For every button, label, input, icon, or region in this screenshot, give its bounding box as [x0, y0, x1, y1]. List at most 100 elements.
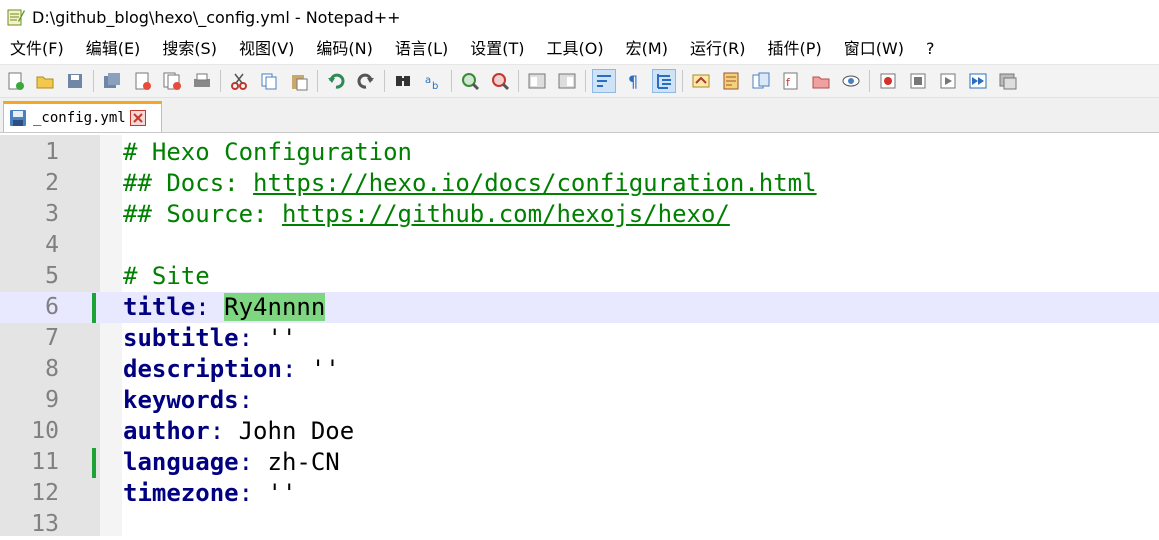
menu-item-2[interactable]: 搜索(S) [151, 36, 228, 62]
menu-item-11[interactable]: 窗口(W) [833, 36, 915, 62]
yaml-colon: : [238, 324, 254, 352]
record-macro-button[interactable] [877, 70, 899, 92]
run-macro-multiple-icon [969, 73, 987, 89]
paste-button[interactable] [288, 70, 310, 92]
open-file-button[interactable] [34, 70, 56, 92]
tab-config-yml[interactable]: _config.yml [3, 101, 162, 132]
menu-item-10[interactable]: 插件(P) [757, 36, 833, 62]
line-number: 11 [31, 449, 59, 475]
print-button[interactable] [191, 70, 213, 92]
menu-item-12[interactable]: ? [915, 36, 946, 62]
svg-text:a: a [425, 75, 431, 86]
comment-text: ## Source: [123, 200, 282, 228]
code-line[interactable]: 11 language: zh-CN [0, 447, 1159, 478]
user-language-button[interactable] [690, 70, 712, 92]
replace-button[interactable]: ab [422, 70, 444, 92]
cut-button[interactable] [228, 70, 250, 92]
line-number: 3 [45, 201, 59, 227]
doc-list-icon [752, 72, 770, 89]
svg-text:¶: ¶ [628, 72, 638, 91]
play-macro-button[interactable] [937, 70, 959, 92]
menu-item-5[interactable]: 语言(L) [384, 36, 459, 62]
save-macro-button[interactable] [997, 70, 1019, 92]
line-number: 7 [45, 325, 59, 351]
menu-item-1[interactable]: 编辑(E) [75, 36, 152, 62]
code-line[interactable]: 3 ## Source: https://github.com/hexojs/he… [0, 199, 1159, 230]
yaml-key: subtitle [123, 324, 239, 352]
yaml-value: '' [267, 324, 297, 352]
sync-horizontal-icon [558, 73, 576, 89]
yaml-key: author [123, 417, 210, 445]
menu-item-3[interactable]: 视图(V) [228, 36, 305, 62]
code-line[interactable]: 2 ## Docs: https://hexo.io/docs/configura… [0, 168, 1159, 199]
record-macro-icon [880, 73, 896, 89]
line-number: 12 [31, 480, 59, 506]
url-link: https://github.com/hexojs/hexo/ [281, 200, 730, 228]
function-list-button[interactable]: f [780, 70, 802, 92]
code-line[interactable]: 4 [0, 230, 1159, 261]
code-line[interactable]: 12 timezone: '' [0, 478, 1159, 509]
zoom-in-button[interactable] [459, 70, 481, 92]
code-line[interactable]: 9 keywords: [0, 385, 1159, 416]
word-wrap-button[interactable] [592, 69, 616, 93]
menu-item-9[interactable]: 运行(R) [679, 36, 757, 62]
yaml-value: John Doe [238, 417, 355, 445]
toolbar: a b ¶ f [0, 64, 1159, 98]
yaml-colon: : [195, 293, 210, 321]
run-macro-multiple-button[interactable] [967, 70, 989, 92]
code-line[interactable]: 6 title: Ry4nnnn [0, 292, 1159, 323]
menu-item-0[interactable]: 文件(F) [0, 36, 75, 62]
folder-workspace-button[interactable] [810, 70, 832, 92]
indent-guide-button[interactable] [652, 69, 676, 93]
comment-text: # Site [123, 262, 210, 290]
code-line[interactable]: 1 # Hexo Configuration [0, 137, 1159, 168]
line-number: 10 [31, 418, 59, 444]
yaml-key: timezone [123, 479, 239, 507]
line-content: subtitle: '' [123, 323, 296, 354]
zoom-out-icon [492, 73, 510, 91]
code-line[interactable]: 13 [0, 509, 1159, 540]
zoom-out-button[interactable] [489, 70, 511, 92]
code-line[interactable]: 8 description: '' [0, 354, 1159, 385]
menu-item-4[interactable]: 编码(N) [305, 36, 383, 62]
save-all-icon [104, 73, 120, 88]
yaml-colon: : [238, 479, 254, 507]
menu-item-6[interactable]: 设置(T) [459, 36, 535, 62]
change-marker [92, 448, 96, 478]
code-line[interactable]: 5 # Site [0, 261, 1159, 292]
find-button[interactable] [392, 70, 414, 92]
svg-text:b: b [432, 81, 438, 91]
doc-map-button[interactable] [720, 70, 742, 92]
comment-text: ## Docs: [123, 169, 254, 197]
menu-item-7[interactable]: 工具(O) [536, 36, 615, 62]
yaml-key: keywords [123, 386, 239, 414]
sync-vertical-button[interactable] [526, 70, 548, 92]
copy-button[interactable] [258, 70, 280, 92]
undo-button[interactable] [325, 70, 347, 92]
line-number: 4 [45, 232, 59, 258]
doc-list-button[interactable] [750, 70, 772, 92]
toolbar-separator [451, 70, 452, 92]
editor-area[interactable]: 1 # Hexo Configuration 2 ## Docs: https://h… [0, 135, 1159, 537]
stop-macro-button[interactable] [907, 70, 929, 92]
close-button[interactable] [131, 70, 153, 92]
yaml-value: Ry4nnnn [224, 293, 326, 321]
replace-icon: ab [425, 75, 438, 91]
new-file-button[interactable] [4, 70, 26, 92]
line-number: 9 [45, 387, 59, 413]
menu-item-8[interactable]: 宏(M) [615, 36, 679, 62]
show-all-chars-button[interactable]: ¶ [623, 70, 645, 92]
code-line[interactable]: 10 author: John Doe [0, 416, 1159, 447]
zoom-in-icon [462, 73, 480, 91]
line-number: 2 [45, 170, 59, 196]
monitor-button[interactable] [840, 70, 862, 92]
close-all-button[interactable] [161, 70, 183, 92]
save-all-button[interactable] [101, 70, 123, 92]
save-button[interactable] [64, 70, 86, 92]
redo-button[interactable] [355, 70, 377, 92]
word-wrap-icon [597, 75, 611, 87]
paste-icon [292, 75, 308, 91]
close-tab-icon[interactable] [129, 110, 146, 126]
sync-horizontal-button[interactable] [556, 70, 578, 92]
code-line[interactable]: 7 subtitle: '' [0, 323, 1159, 354]
